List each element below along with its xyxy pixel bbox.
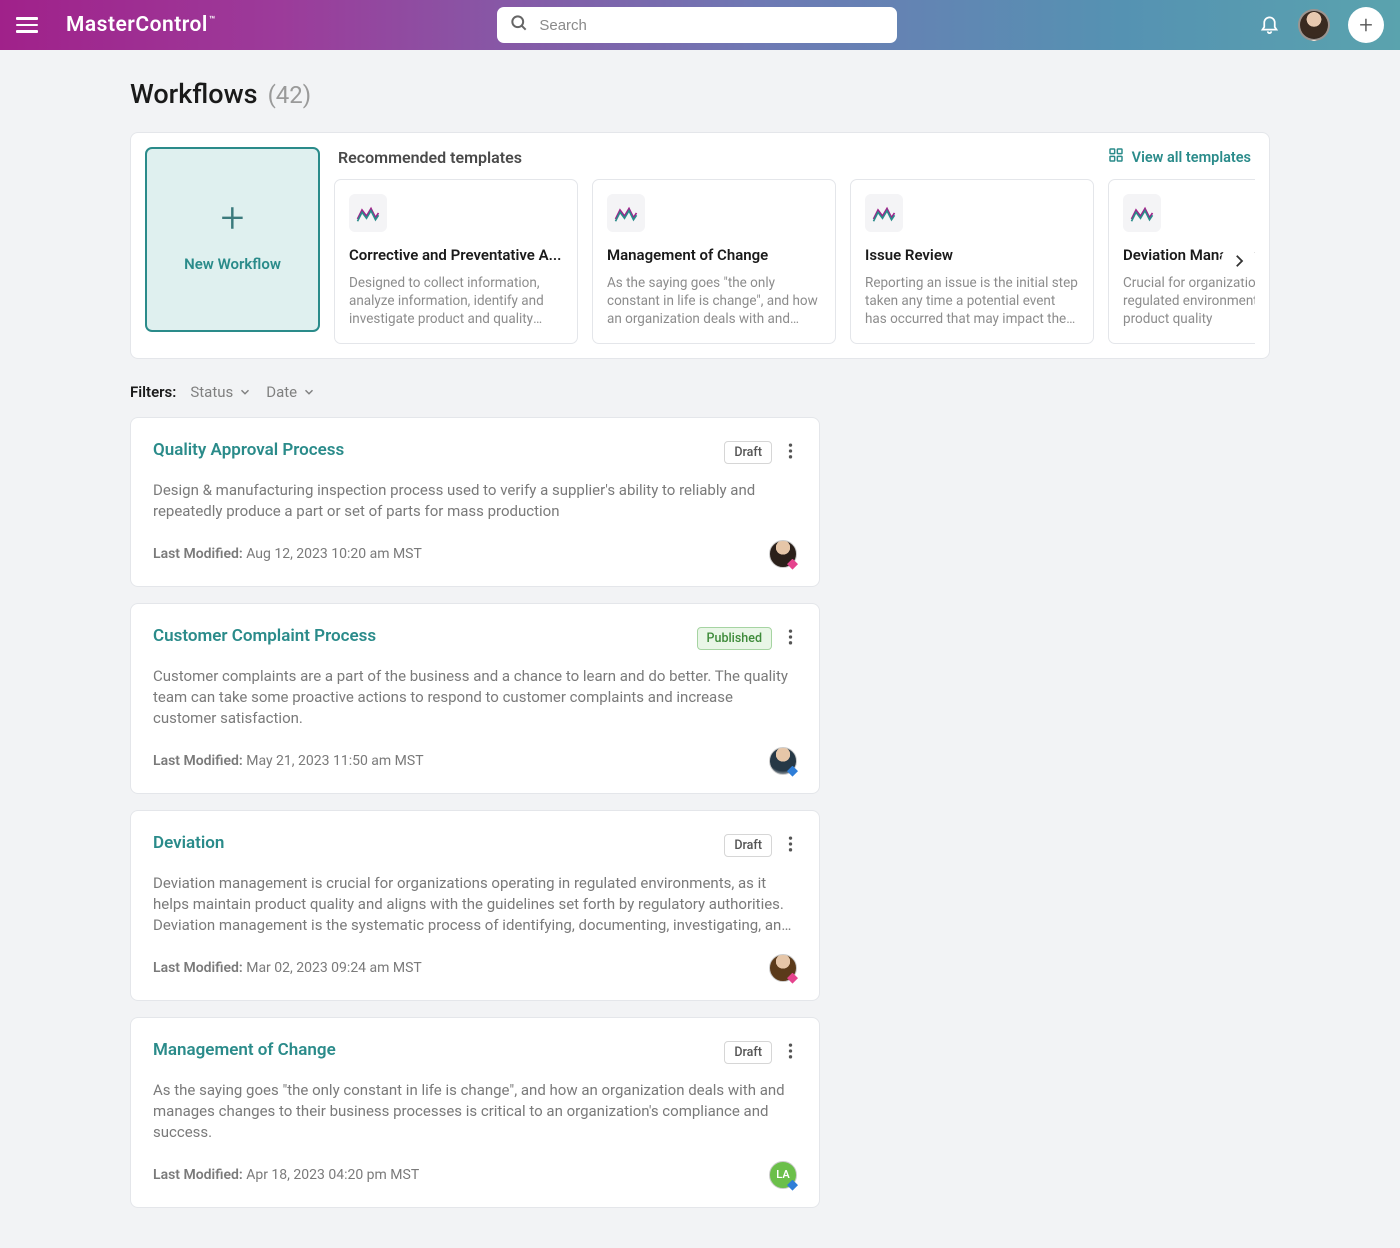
last-modified: Last Modified: May 21, 2023 11:50 am MST (153, 753, 424, 769)
workflow-title[interactable]: Quality Approval Process (153, 440, 344, 460)
workflow-card[interactable]: Customer Complaint Process Published Cus… (130, 603, 820, 794)
search-input[interactable] (497, 7, 897, 43)
template-carousel: Corrective and Preventative A... Designe… (334, 179, 1255, 344)
more-options-icon[interactable] (784, 1040, 797, 1066)
search-field[interactable] (497, 7, 897, 43)
template-card[interactable]: Issue Review Reporting an issue is the i… (850, 179, 1094, 344)
filters-row: Filters: Status Date (130, 383, 1270, 401)
user-avatar[interactable] (1298, 9, 1330, 41)
workflow-description: As the saying goes "the only constant in… (153, 1080, 797, 1143)
status-badge: Draft (724, 441, 772, 464)
workflow-count: (42) (268, 81, 312, 109)
view-all-templates-link[interactable]: View all templates (1108, 147, 1251, 167)
workflow-card[interactable]: Deviation Draft Deviation management is … (130, 810, 820, 1001)
notifications-icon[interactable] (1259, 13, 1280, 38)
template-description: Reporting an issue is the initial step t… (865, 274, 1079, 329)
more-options-icon[interactable] (784, 626, 797, 652)
owner-avatar[interactable] (769, 954, 797, 982)
chevron-down-icon (302, 385, 316, 399)
workflow-card[interactable]: Quality Approval Process Draft Design & … (130, 417, 820, 587)
template-card[interactable]: Management of Change As the saying goes … (592, 179, 836, 344)
owner-avatar[interactable] (769, 747, 797, 775)
search-icon (509, 13, 529, 37)
workflow-title[interactable]: Management of Change (153, 1040, 336, 1060)
workflow-title[interactable]: Customer Complaint Process (153, 626, 376, 646)
grid-icon (1108, 147, 1124, 167)
plus-icon: + (221, 206, 245, 231)
template-logo-icon (865, 194, 903, 232)
template-logo-icon (607, 194, 645, 232)
status-badge: Published (697, 627, 772, 650)
workflow-title[interactable]: Deviation (153, 833, 224, 853)
status-filter[interactable]: Status (190, 383, 252, 401)
template-title: Issue Review (865, 246, 1079, 264)
template-description: Designed to collect information, analyze… (349, 274, 563, 329)
menu-icon[interactable] (16, 17, 38, 33)
page-content: Workflows (42) + New Workflow Recommende… (0, 50, 1400, 1248)
templates-panel: + New Workflow Recommended templates Vie… (130, 132, 1270, 359)
status-badge: Draft (724, 834, 772, 857)
workflow-description: Design & manufacturing inspection proces… (153, 480, 797, 522)
app-header: MasterControl™ + (0, 0, 1400, 50)
template-logo-icon (349, 194, 387, 232)
status-badge: Draft (724, 1041, 772, 1064)
create-button[interactable]: + (1348, 7, 1384, 43)
last-modified: Last Modified: Aug 12, 2023 10:20 am MST (153, 546, 422, 562)
filters-label: Filters: (130, 383, 176, 401)
last-modified: Last Modified: Apr 18, 2023 04:20 pm MST (153, 1167, 419, 1183)
owner-avatar[interactable] (769, 540, 797, 568)
brand-logo[interactable]: MasterControl™ (66, 13, 216, 37)
template-description: Crucial for organizations in regulated e… (1123, 274, 1255, 329)
recommended-heading: Recommended templates (338, 148, 522, 167)
template-card[interactable]: Corrective and Preventative A... Designe… (334, 179, 578, 344)
more-options-icon[interactable] (784, 440, 797, 466)
template-description: As the saying goes "the only constant in… (607, 274, 821, 329)
template-title: Corrective and Preventative A... (349, 246, 563, 264)
template-title: Management of Change (607, 246, 821, 264)
last-modified: Last Modified: Mar 02, 2023 09:24 am MST (153, 960, 422, 976)
carousel-next-button[interactable] (1221, 243, 1255, 279)
new-workflow-label: New Workflow (184, 255, 281, 273)
template-logo-icon (1123, 194, 1161, 232)
date-filter[interactable]: Date (266, 383, 316, 401)
workflow-description: Deviation management is crucial for orga… (153, 873, 797, 936)
workflow-description: Customer complaints are a part of the bu… (153, 666, 797, 729)
trademark-icon: ™ (209, 15, 216, 26)
workflow-card[interactable]: Management of Change Draft As the saying… (130, 1017, 820, 1208)
more-options-icon[interactable] (784, 833, 797, 859)
page-title: Workflows (42) (130, 78, 1270, 110)
new-workflow-button[interactable]: + New Workflow (145, 147, 320, 332)
chevron-down-icon (238, 385, 252, 399)
owner-avatar[interactable]: LA (769, 1161, 797, 1189)
